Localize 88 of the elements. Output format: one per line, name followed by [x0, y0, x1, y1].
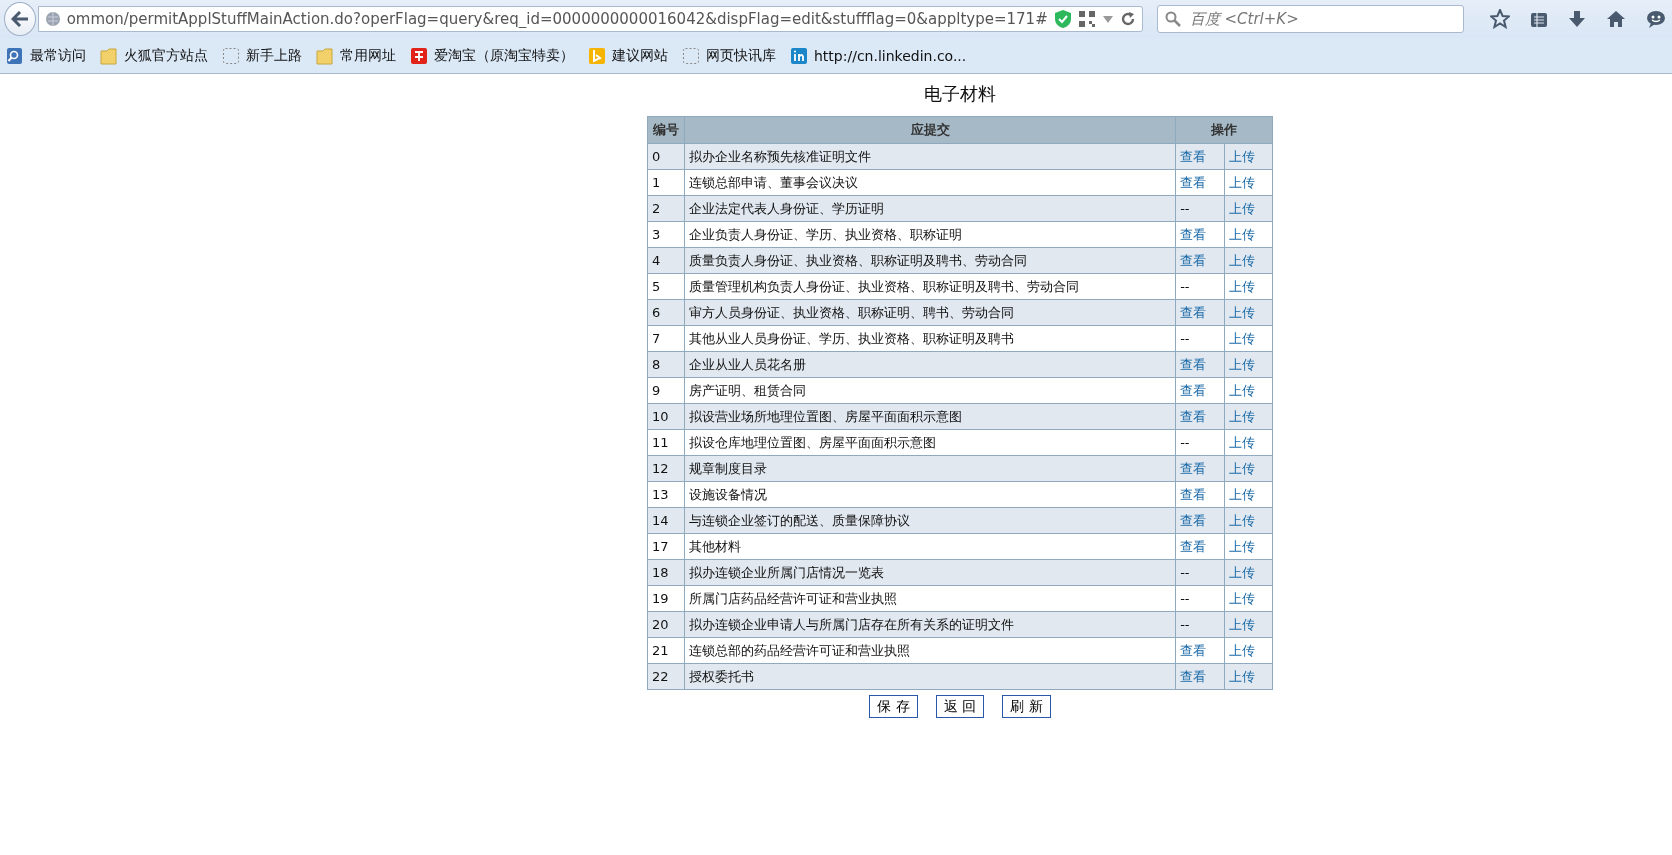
material-cell: 拟办连锁企业所属门店情况一览表: [685, 560, 1176, 585]
number-cell: 5: [648, 274, 684, 299]
number-cell: 10: [648, 404, 684, 429]
material-cell: 房产证明、租赁合同: [685, 378, 1176, 403]
number-cell: 8: [648, 352, 684, 377]
material-cell: 与连锁企业签订的配送、质量保障协议: [685, 508, 1176, 533]
letter-tile-icon: [588, 46, 606, 65]
number-cell: 7: [648, 326, 684, 351]
folder-icon: [316, 46, 334, 65]
material-cell: 所属门店药品经营许可证和营业执照: [685, 586, 1176, 611]
action-button[interactable]: 返 回: [935, 695, 985, 718]
bookmark-item[interactable]: 建议网站: [586, 44, 670, 67]
bookmark-item[interactable]: 常用网址: [314, 44, 398, 67]
search-field[interactable]: 百度 <Ctrl+K>: [1156, 5, 1464, 33]
material-cell: 企业法定代表人身份证、学历证明: [685, 196, 1176, 221]
search-icon: [1164, 11, 1181, 27]
material-cell: 审方人员身份证、执业资格、职称证明、聘书、劳动合同: [685, 300, 1176, 325]
letter-tile-icon: [790, 46, 808, 65]
number-cell: 6: [648, 300, 684, 325]
number-cell: 2: [648, 196, 684, 221]
material-cell: 规章制度目录: [685, 456, 1176, 481]
back-arrow-icon: [10, 11, 29, 27]
reading-list-icon[interactable]: [1530, 10, 1548, 28]
number-cell: 14: [648, 508, 684, 533]
table-cell: --: [1176, 560, 1224, 585]
table-cell: --: [1176, 586, 1224, 611]
material-cell: 其他从业人员身份证、学历、执业资格、职称证明及聘书: [685, 326, 1176, 351]
reload-icon[interactable]: [1119, 11, 1136, 27]
star-icon[interactable]: [1490, 9, 1510, 29]
material-cell: 企业从业人员花名册: [685, 352, 1176, 377]
blank-page-icon: [682, 46, 700, 65]
number-cell: 1: [648, 170, 684, 195]
url-text: ommon/permitApplStuffMainAction.do?operFlag=query&req_id=0000000000016042&dispFlag=edit&stuffflag=0&appltype=171#: [66, 10, 1048, 28]
dropdown-caret-icon[interactable]: [1101, 14, 1114, 24]
page-search-icon: [6, 46, 24, 65]
column-header: 应提交: [685, 117, 1176, 143]
number-cell: 13: [648, 482, 684, 507]
number-cell: 4: [648, 248, 684, 273]
bookmark-item[interactable]: 网页快讯库: [680, 44, 778, 67]
column-header: 操作: [1176, 117, 1272, 143]
bookmark-item[interactable]: 爱淘宝（原淘宝特卖）: [408, 44, 576, 67]
number-cell: 0: [648, 144, 684, 169]
number-cell: 9: [648, 378, 684, 403]
table-cell: --: [1176, 430, 1224, 455]
action-button[interactable]: 刷 新: [1002, 695, 1051, 718]
bookmark-item[interactable]: 最常访问: [4, 44, 88, 67]
download-icon[interactable]: [1568, 10, 1586, 28]
table-cell: --: [1176, 612, 1224, 637]
shield-icon[interactable]: [1053, 9, 1072, 29]
material-cell: 企业负责人身份证、学历、执业资格、职称证明: [685, 222, 1176, 247]
number-cell: 18: [648, 560, 684, 585]
number-cell: 22: [648, 664, 684, 689]
chat-icon[interactable]: [1646, 10, 1666, 28]
material-cell: 质量管理机构负责人身份证、执业资格、职称证明及聘书、劳动合同: [685, 274, 1176, 299]
action-button[interactable]: 保 存: [869, 695, 918, 718]
material-cell: 拟设仓库地理位置图、房屋平面面积示意图: [685, 430, 1176, 455]
bookmark-item[interactable]: 新手上路: [220, 44, 304, 67]
bookmark-item[interactable]: http://cn.linkedin.co...: [788, 44, 969, 67]
number-cell: 21: [648, 638, 684, 663]
bookmark-item[interactable]: 火狐官方站点: [98, 44, 210, 67]
table-cell: --: [1176, 326, 1224, 351]
table-cell: --: [1176, 274, 1224, 299]
material-cell: 连锁总部的药品经营许可证和营业执照: [685, 638, 1176, 663]
number-cell: 11: [648, 430, 684, 455]
number-cell: 3: [648, 222, 684, 247]
column-header: 编号: [648, 117, 684, 143]
material-cell: 设施设备情况: [685, 482, 1176, 507]
material-cell: 连锁总部申请、董事会议决议: [685, 170, 1176, 195]
material-cell: 拟办连锁企业申请人与所属门店存在所有关系的证明文件: [685, 612, 1176, 637]
home-icon[interactable]: [1606, 10, 1626, 28]
material-cell: 其他材料: [685, 534, 1176, 559]
material-cell: 拟设营业场所地理位置图、房屋平面面积示意图: [685, 404, 1176, 429]
material-cell: 授权委托书: [685, 664, 1176, 689]
number-cell: 19: [648, 586, 684, 611]
number-cell: 20: [648, 612, 684, 637]
letter-tile-icon: [410, 46, 428, 65]
qr-code-icon[interactable]: [1077, 10, 1096, 28]
material-cell: 拟办企业名称预先核准证明文件: [685, 144, 1176, 169]
back-button[interactable]: [4, 2, 36, 36]
number-cell: 17: [648, 534, 684, 559]
page-title: 电子材料: [924, 82, 996, 106]
blank-page-icon: [222, 46, 240, 65]
globe-icon: [44, 11, 61, 27]
number-cell: 12: [648, 456, 684, 481]
address-bar[interactable]: ommon/permitApplStuffMainAction.do?operFlag=query&req_id=0000000000016042&dispFlag=edit&stuffflag=0&appltype=171#: [37, 6, 1143, 32]
table-cell: --: [1176, 196, 1224, 221]
folder-icon: [100, 46, 118, 65]
material-cell: 质量负责人身份证、执业资格、职称证明及聘书、劳动合同: [685, 248, 1176, 273]
